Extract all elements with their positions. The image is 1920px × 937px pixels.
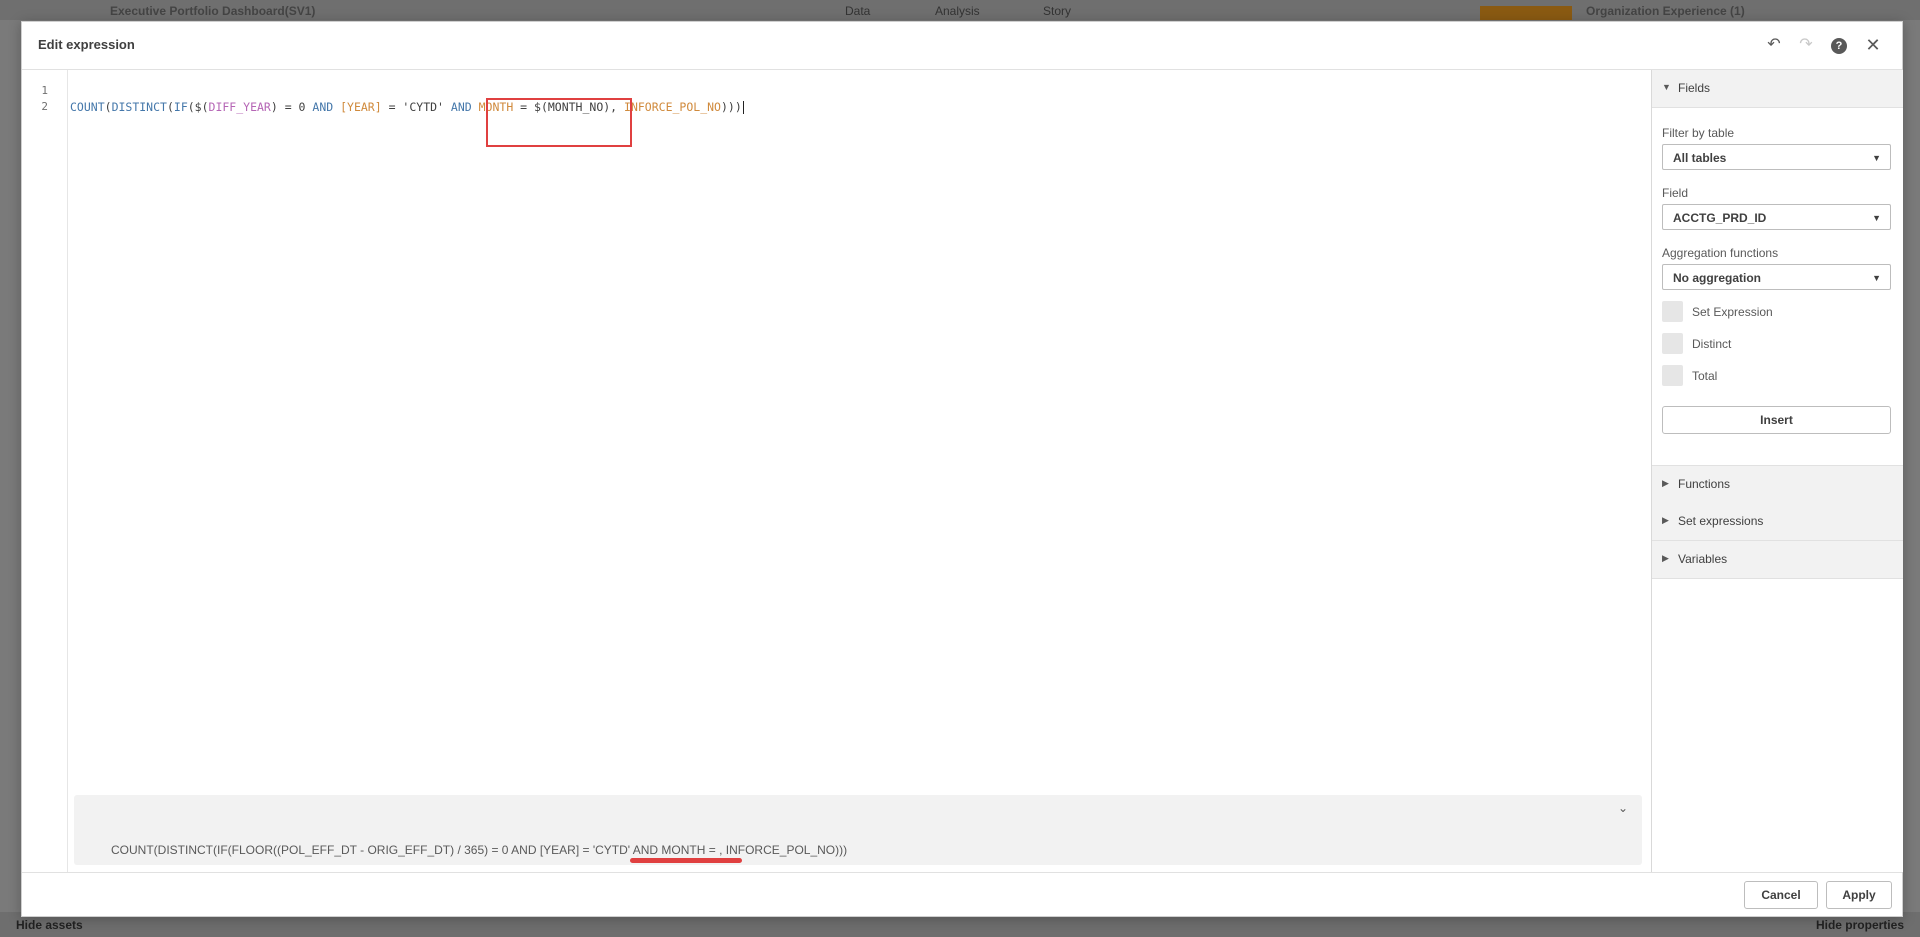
background-tab-data: Data [845,4,871,18]
code-token: ) = 0 [270,100,313,114]
checkbox-box[interactable] [1662,365,1683,386]
code-token: AND [450,100,472,114]
aggregation-select[interactable]: No aggregation ▼ [1662,264,1891,290]
field-select[interactable]: ACCTG_PRD_ID ▼ [1662,204,1891,230]
aggregation-value: No aggregation [1673,271,1762,285]
code-token: AND [312,100,334,114]
redo-icon[interactable]: ↷ [1796,35,1816,55]
expression-editor[interactable]: 1 2 COUNT(DISTINCT(IF($(DIFF_YEAR) = 0 A… [22,70,1651,872]
annotation-highlight-box [486,98,632,147]
checkbox-box[interactable] [1662,333,1683,354]
expression-preview: ⌄ COUNT(DISTINCT(IF(FLOOR((POL_EFF_DT - … [74,795,1642,865]
field-value: ACCTG_PRD_ID [1673,211,1767,225]
code-token: ( [104,100,112,114]
dialog-title: Edit expression [38,37,135,52]
chevron-down-icon[interactable]: ⌄ [1618,801,1628,815]
code-token: ( [166,100,174,114]
expression-code-line[interactable]: COUNT(DISTINCT(IF($(DIFF_YEAR) = 0 AND [… [70,100,744,114]
triangle-right-icon: ▶ [1662,478,1669,488]
code-token: DIFF_YEAR [208,100,271,114]
section-set-expressions[interactable]: ▶ Set expressions [1652,503,1903,541]
background-app-title: Executive Portfolio Dashboard(SV1) [110,4,316,18]
section-fields[interactable]: ▼ Fields [1652,70,1903,108]
section-variables-label: Variables [1678,552,1728,566]
background-hide-assets: Hide assets [16,918,83,932]
code-token: COUNT [70,100,105,114]
filter-by-table-select[interactable]: All tables ▼ [1662,144,1891,170]
dropdown-arrow-icon: ▼ [1872,213,1881,223]
triangle-down-icon: ▼ [1662,82,1671,92]
checkbox-label: Total [1692,369,1718,383]
dropdown-arrow-icon: ▼ [1872,273,1881,283]
dialog-footer: Cancel Apply [22,872,1902,917]
section-functions-label: Functions [1678,477,1731,491]
annotation-underline [630,858,742,863]
close-icon[interactable]: ✕ [1863,35,1883,55]
background-tab-story: Story [1043,4,1072,18]
edit-expression-dialog: Edit expression ↶ ↷ ? ✕ 1 2 COUNT(DISTIN… [21,21,1903,917]
background-edit-button [1480,6,1572,20]
aggregation-label: Aggregation functions [1662,246,1779,260]
text-cursor [742,101,744,114]
checkbox-box[interactable] [1662,301,1683,322]
section-functions[interactable]: ▶ Functions [1652,465,1903,504]
triangle-right-icon: ▶ [1662,515,1669,525]
line-number-gutter: 1 2 [22,70,68,872]
code-token: [YEAR] [340,100,382,114]
line-number: 2 [41,100,48,113]
checkbox-label: Distinct [1692,337,1732,351]
undo-icon[interactable]: ↶ [1764,35,1784,55]
fields-panel: ▼ Fields Filter by table All tables ▼ Fi… [1651,70,1903,872]
triangle-right-icon: ▶ [1662,553,1669,563]
apply-button[interactable]: Apply [1826,881,1892,909]
field-label: Field [1662,186,1689,200]
insert-button[interactable]: Insert [1662,406,1891,434]
background-sheet-name: Organization Experience (1) [1586,4,1745,18]
preview-text: COUNT(DISTINCT(IF(FLOOR((POL_EFF_DT - OR… [111,843,848,857]
background-tab-analysis: Analysis [935,4,980,18]
code-token: ($( [187,100,209,114]
section-set-expressions-label: Set expressions [1678,514,1764,528]
dropdown-arrow-icon: ▼ [1872,153,1881,163]
dialog-header: Edit expression ↶ ↷ ? ✕ [22,22,1902,70]
code-token: IF [173,100,188,114]
section-fields-label: Fields [1678,81,1711,95]
section-variables[interactable]: ▶ Variables [1652,541,1903,579]
line-number: 1 [41,84,48,97]
background-hide-properties: Hide properties [1815,918,1904,932]
background-app-toolbar: Executive Portfolio Dashboard(SV1) Data … [0,0,1920,20]
code-token: DISTINCT [111,100,167,114]
checkbox-label: Set Expression [1692,305,1773,319]
filter-by-table-label: Filter by table [1662,126,1735,140]
cancel-button[interactable]: Cancel [1744,881,1818,909]
filter-by-table-value: All tables [1673,151,1727,165]
code-token: INFORCE_POL_NO [624,100,721,114]
code-token: = 'CYTD' [381,100,451,114]
help-icon[interactable]: ? [1829,35,1849,55]
code-token: ))) [720,100,742,114]
